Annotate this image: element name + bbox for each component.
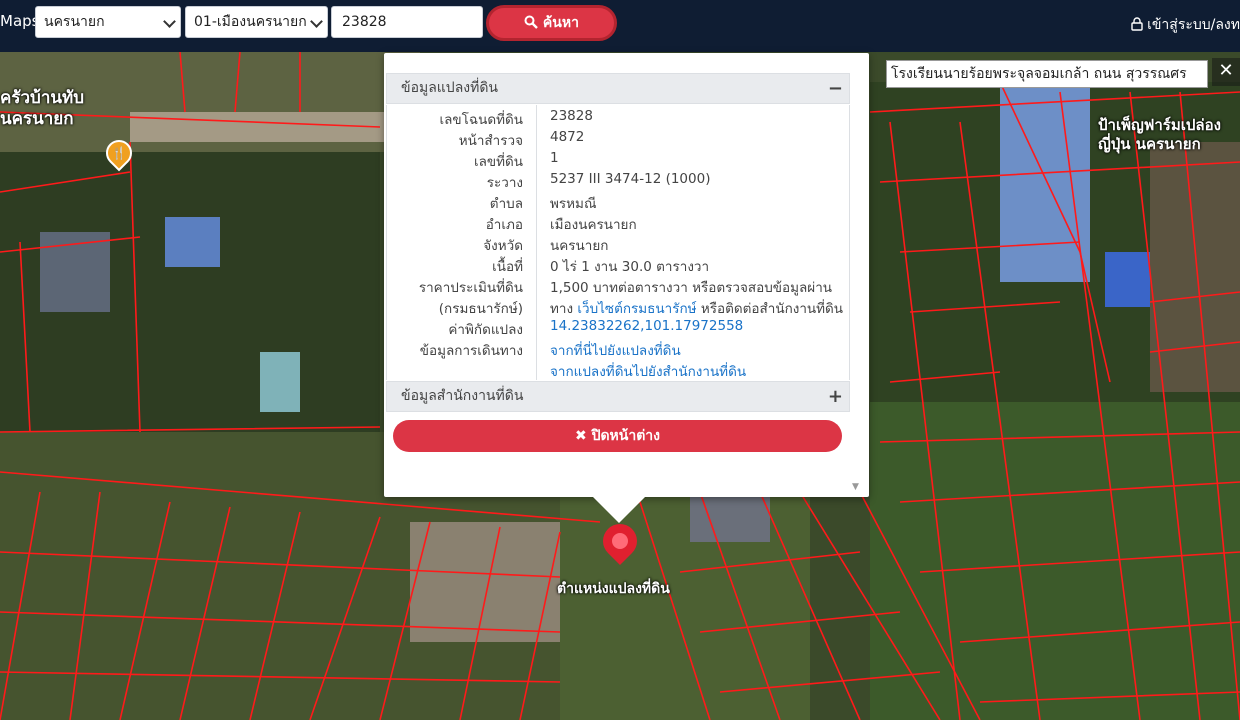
popup-pointer [593,497,645,523]
map-label-farm: ป้าเพ็ญฟาร์มเปล่อง ญี่ปุ่น นครนายก [1098,116,1221,154]
parcel-number-value: 23828 [342,14,387,30]
search-result-text: โรงเรียนนายร้อยพระจุลจอมเกล้า ถนน สุวรรณ… [891,66,1187,82]
treasury-website-link[interactable]: เว็บไซต์กรมธนารักษ์ [577,301,696,317]
row-value: 1,500 บาทต่อตารางวา หรือตรวจสอบข้อมูลผ่า… [550,280,832,296]
search-icon [524,15,538,29]
map-label-farm-text: ป้าเพ็ญฟาร์มเปล่อง ญี่ปุ่น นครนายก [1098,116,1221,153]
row-label: ตำบล [489,196,523,212]
row-value: 0 ไร่ 1 งาน 30.0 ตารางวา [550,259,710,275]
close-icon[interactable]: ✕ [1212,58,1240,86]
login-link[interactable]: เข้าสู่ระบบ/ลงท [1130,14,1240,36]
row-label: อำเภอ [485,217,523,233]
close-x-icon: ✖ [574,428,587,444]
land-office-header[interactable]: ข้อมูลสำนักงานที่ดิน + [386,381,850,412]
parcel-info-table: เลขโฉนดที่ดิน 23828 หน้าสำรวจ 4872 เลขที… [386,105,850,380]
coordinates-link[interactable]: 14.23832262,101.17972558 [550,318,743,334]
province-value: นครนายก [44,14,105,30]
row-value: พรหมณี [550,196,597,212]
row-value: 4872 [550,129,585,145]
row-value: 23828 [550,108,593,124]
row-label: ระวาง [486,175,523,191]
parcel-info-header[interactable]: ข้อมูลแปลงที่ดิน − [386,73,850,104]
row-label: เลขที่ดิน [473,154,523,170]
row-value-prefix: ทาง [550,301,578,317]
row-label: (กรมธนารักษ์) [438,301,523,317]
parcel-number-input[interactable]: 23828 [331,6,483,38]
lock-icon [1130,17,1143,31]
scroll-down-icon[interactable]: ▼ [852,482,859,492]
land-office-title: ข้อมูลสำนักงานที่ดิน [401,388,524,404]
search-result-box[interactable]: โรงเรียนนายร้อยพระจุลจอมเกล้า ถนน สุวรรณ… [886,60,1208,88]
row-value: 5237 III 3474-12 (1000) [550,171,711,187]
row-label: จังหวัด [483,238,523,254]
close-window-button[interactable]: ✖ ปิดหน้าต่าง [393,420,842,452]
row-value: ทาง เว็บไซต์กรมธนารักษ์ หรือติดต่อสำนักง… [550,297,843,319]
search-button[interactable]: ค้นหา [486,5,617,41]
district-value: 01-เมืองนครนายก [194,14,307,30]
row-value: 1 [550,150,559,166]
row-label: ค่าพิกัดแปลง [448,322,523,338]
parcel-info-section: ข้อมูลแปลงที่ดิน − [386,73,850,104]
map-label-restaurant-text: ครัวบ้านทับ นครนายก [0,88,85,129]
collapse-icon[interactable]: − [828,74,843,103]
top-navbar: Maps นครนายก 01-เมืองนครนายก 23828 ค้นหา… [0,0,1240,52]
map-label-restaurant: ครัวบ้านทับ นครนายก [0,88,84,130]
row-value-suffix: หรือติดต่อสำนักงานที่ดิน [696,301,844,317]
chevron-down-icon [310,15,323,28]
row-label: เลขโฉนดที่ดิน [439,112,523,128]
directions-to-office-link[interactable]: จากแปลงที่ดินไปยังสำนักงานที่ดิน [550,360,746,382]
province-select[interactable]: นครนายก [35,6,181,38]
brand-label: Maps [0,12,40,30]
table-divider [536,105,537,380]
row-value: นครนายก [550,238,609,254]
row-label: ราคาประเมินที่ดิน [418,280,523,296]
parcel-info-title: ข้อมูลแปลงที่ดิน [401,80,499,96]
marker-label: ตำแหน่งแปลงที่ดิน [557,581,670,597]
login-label: เข้าสู่ระบบ/ลงท [1147,17,1240,33]
directions-to-parcel-link[interactable]: จากที่นี่ไปยังแปลงที่ดิน [550,339,681,361]
row-label: หน้าสำรวจ [458,133,523,149]
row-value: เมืองนครนายก [550,217,637,233]
row-label: ข้อมูลการเดินทาง [419,343,523,359]
chevron-down-icon [163,15,176,28]
district-select[interactable]: 01-เมืองนครนายก [185,6,328,38]
land-office-section: ข้อมูลสำนักงานที่ดิน + [386,381,850,412]
expand-icon[interactable]: + [828,382,843,411]
search-button-label: ค้นหา [542,15,579,31]
close-window-label: ปิดหน้าต่าง [591,428,661,444]
row-label: เนื้อที่ [492,259,523,275]
